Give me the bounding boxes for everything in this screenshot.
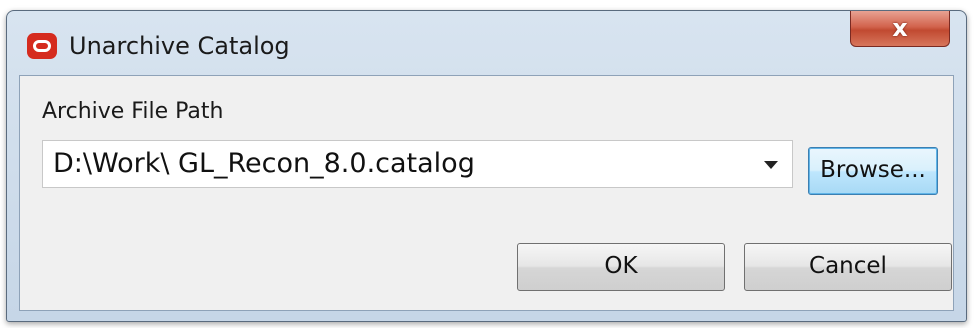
unarchive-catalog-dialog: Unarchive Catalog x Archive File Path D:… — [6, 10, 967, 322]
browse-button[interactable]: Browse... — [808, 147, 938, 195]
close-icon: x — [892, 14, 908, 42]
window-title: Unarchive Catalog — [69, 32, 290, 60]
archive-file-path-value[interactable]: D:\Work\ GL_Recon_8.0.catalog — [53, 147, 475, 181]
cancel-button[interactable]: Cancel — [744, 243, 952, 291]
archive-file-path-combobox[interactable]: D:\Work\ GL_Recon_8.0.catalog — [42, 140, 793, 188]
oracle-logo-icon — [27, 33, 57, 59]
archive-file-path-label: Archive File Path — [42, 99, 224, 124]
title-bar[interactable]: Unarchive Catalog x — [7, 11, 966, 75]
dialog-body: Archive File Path D:\Work\ GL_Recon_8.0.… — [19, 75, 954, 311]
chevron-down-icon[interactable] — [764, 161, 778, 169]
close-button[interactable]: x — [850, 11, 950, 47]
ok-button[interactable]: OK — [517, 243, 725, 291]
